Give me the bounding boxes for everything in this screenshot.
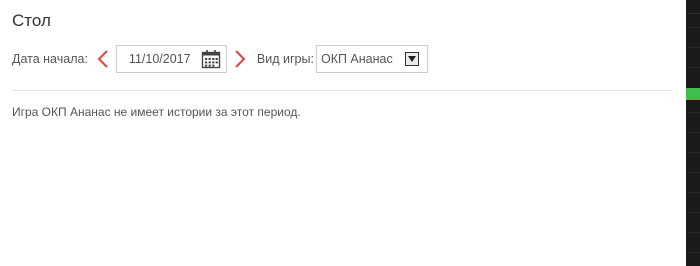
- start-date-value[interactable]: 11/10/2017: [129, 52, 191, 66]
- background-window-edge: [686, 0, 700, 266]
- calendar-icon[interactable]: [201, 49, 221, 69]
- dropdown-button[interactable]: [404, 52, 419, 66]
- game-type-label: Вид игры:: [256, 52, 314, 66]
- previous-date-button[interactable]: [94, 47, 112, 71]
- divider: [12, 90, 673, 91]
- chevron-down-icon: [407, 56, 416, 62]
- filter-bar: Дата начала: 11/10/2017 Вид игры: ОКП Ан…: [12, 44, 428, 74]
- chevron-left-icon: [97, 50, 108, 68]
- chevron-right-icon: [235, 50, 246, 68]
- game-type-select[interactable]: ОКП Ананас: [315, 45, 428, 73]
- start-date-picker[interactable]: 11/10/2017: [115, 45, 227, 73]
- start-date-label: Дата начала:: [12, 52, 88, 66]
- background-green-bar: [686, 88, 700, 100]
- page-title: Стол: [12, 11, 51, 30]
- game-type-value[interactable]: ОКП Ананас: [321, 52, 393, 66]
- next-date-button[interactable]: [231, 47, 249, 71]
- history-panel: Стол Дата начала: 11/10/2017 Вид игры: О…: [0, 0, 686, 266]
- empty-history-message: Игра ОКП Ананас не имеет истории за этот…: [12, 105, 301, 119]
